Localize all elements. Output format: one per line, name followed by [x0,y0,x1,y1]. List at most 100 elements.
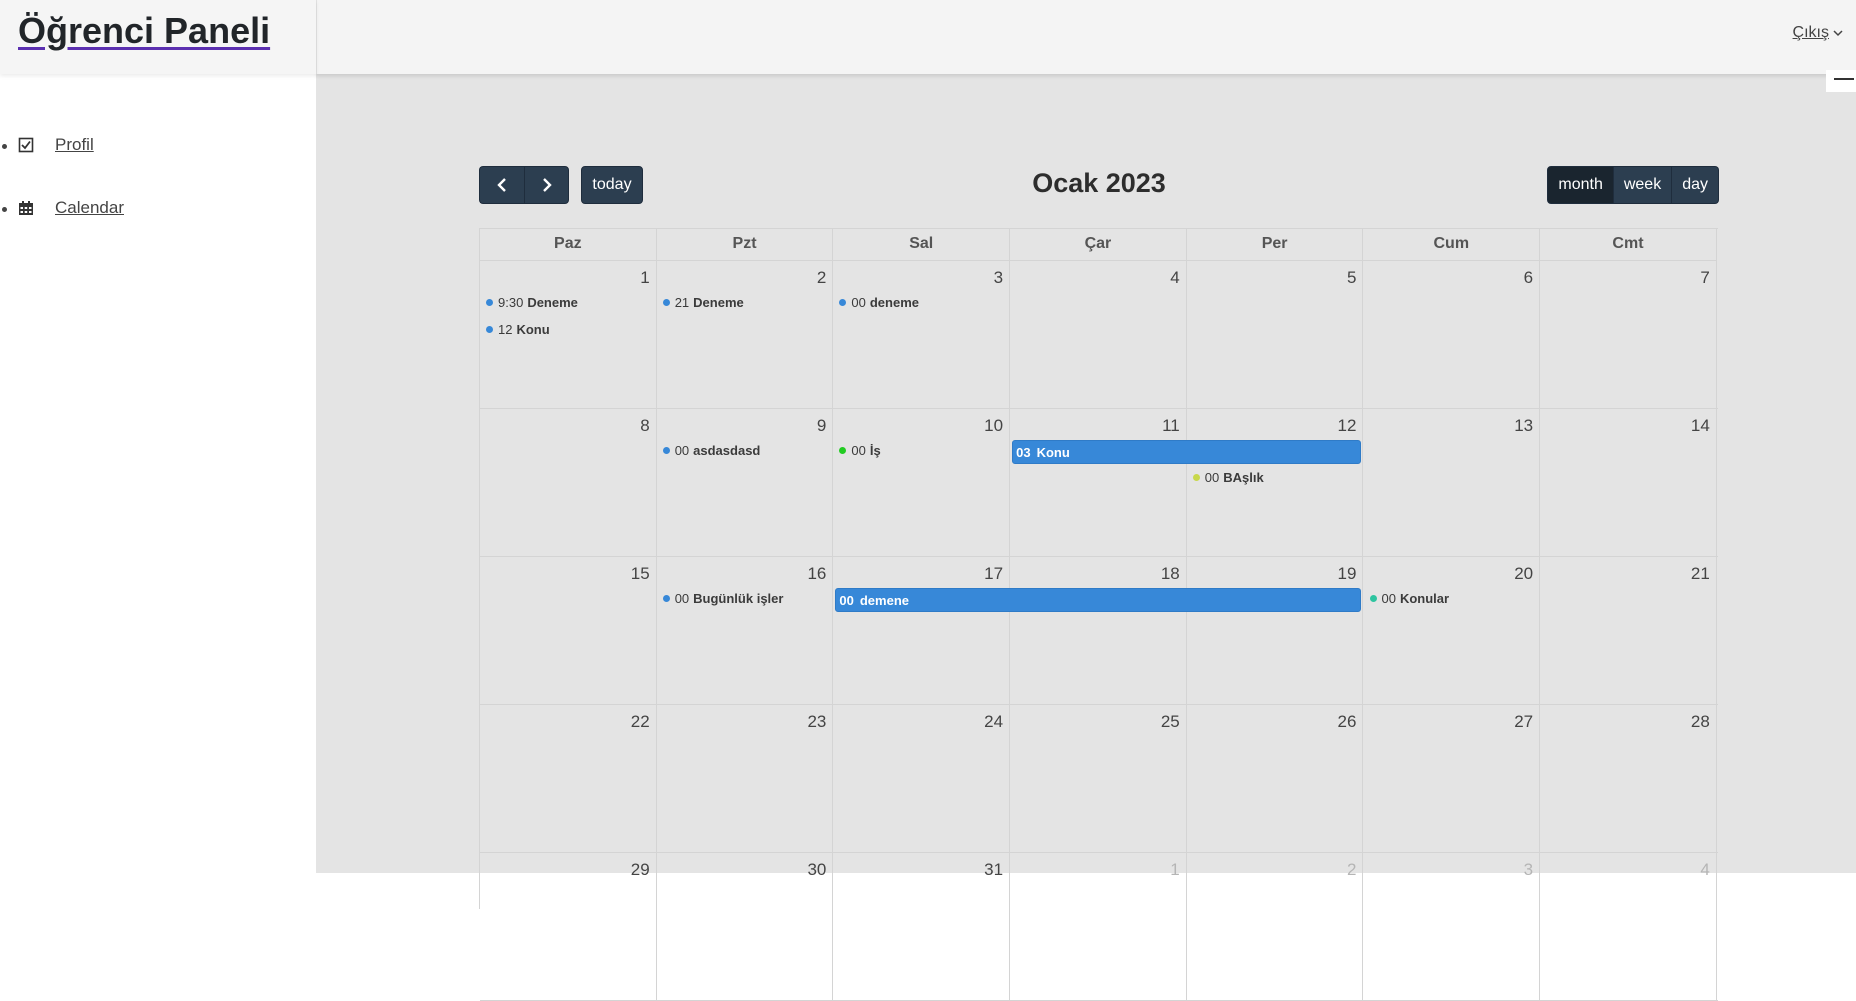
day-cell[interactable]: 20 [1363,557,1541,704]
day-cell[interactable]: 8 [480,409,657,556]
event-title: Konu [516,322,550,337]
day-view-button[interactable]: day [1672,166,1719,204]
logout-dropdown[interactable]: Çıkış [1793,24,1843,42]
day-cell[interactable]: 3 [833,261,1011,408]
day-cell[interactable]: 1 [1010,853,1187,1000]
day-cell[interactable]: 23 [657,705,834,852]
day-cell[interactable]: 29 [480,853,657,1000]
calendar-event[interactable]: 12 Konu [486,322,550,337]
day-number[interactable]: 22 [631,712,650,732]
sidebar-item-calendar[interactable]: Calendar [0,194,300,224]
weekday-label: Paz [480,229,657,261]
event-title: asdasdasd [693,443,761,458]
calendar-event-bar[interactable]: 03 Konu [1012,440,1362,464]
day-number[interactable]: 29 [631,860,650,880]
day-cell[interactable]: 2 [1187,853,1364,1000]
week-row: 22 23 24 25 26 27 28 [480,705,1718,853]
sidebar-item-profil[interactable]: Profil [0,131,300,161]
day-cell[interactable]: 21 [1540,557,1717,704]
day-number[interactable]: 27 [1514,712,1533,732]
day-number[interactable]: 25 [1161,712,1180,732]
day-cell[interactable]: 10 [833,409,1011,556]
sidebar-item-label[interactable]: Calendar [55,198,124,218]
today-button[interactable]: today [581,166,643,204]
day-number[interactable]: 14 [1691,416,1710,436]
day-number[interactable]: 17 [984,564,1003,584]
month-view-button[interactable]: month [1547,166,1614,204]
event-dot-icon [486,299,493,306]
day-number[interactable]: 18 [1161,564,1180,584]
day-number[interactable]: 28 [1691,712,1710,732]
day-cell[interactable]: 11 [1010,409,1187,556]
event-dot-icon [839,299,847,306]
day-cell[interactable]: 28 [1540,705,1717,852]
day-number[interactable]: 24 [984,712,1003,732]
sidebar-item-label[interactable]: Profil [55,135,94,155]
day-number[interactable]: 11 [1162,416,1180,436]
event-title: deneme [869,295,919,310]
week-view-button[interactable]: week [1613,166,1673,204]
calendar-event[interactable]: 21 Deneme [662,295,744,310]
day-number[interactable]: 4 [1700,860,1709,880]
day-number[interactable]: 8 [640,416,649,436]
day-number[interactable]: 19 [1338,564,1357,584]
day-cell[interactable]: 2 [657,261,834,408]
day-cell[interactable]: 31 [833,853,1011,1000]
day-number[interactable]: 7 [1700,268,1709,288]
day-cell[interactable]: 13 [1363,409,1541,556]
calendar-event[interactable]: 00 BAşlık [1192,470,1264,485]
day-cell[interactable]: 5 [1187,261,1364,408]
day-number[interactable]: 12 [1338,416,1357,436]
day-cell[interactable]: 15 [480,557,657,704]
day-number[interactable]: 20 [1514,564,1533,584]
day-cell[interactable]: 4 [1010,261,1187,408]
day-cell[interactable]: 27 [1363,705,1541,852]
calendar-event[interactable]: 00 Bugünlük işler [662,591,783,606]
day-cell[interactable]: 4 [1540,853,1717,1000]
day-cell[interactable]: 22 [480,705,657,852]
brand-link[interactable]: Öğrenci Paneli [18,10,270,52]
day-number[interactable]: 21 [1691,564,1710,584]
next-button[interactable] [524,166,569,204]
day-number[interactable]: 1 [1170,860,1179,880]
calendar-event[interactable]: 9:30 Deneme [486,295,578,310]
day-cell[interactable]: 30 [657,853,834,1000]
day-cell[interactable]: 17 [833,557,1011,704]
prev-button[interactable] [479,166,524,204]
calendar-event[interactable]: 00 asdasdasd [662,443,761,458]
day-number[interactable]: 13 [1514,416,1533,436]
day-cell[interactable]: 26 [1187,705,1364,852]
day-cell[interactable]: 24 [833,705,1011,852]
day-cell[interactable]: 18 [1010,557,1187,704]
day-number[interactable]: 10 [984,416,1003,436]
day-cell[interactable]: 14 [1540,409,1717,556]
day-number[interactable]: 26 [1338,712,1357,732]
day-number[interactable]: 23 [807,712,826,732]
day-number[interactable]: 9 [817,416,826,436]
day-number[interactable]: 6 [1524,268,1533,288]
day-number[interactable]: 30 [807,860,826,880]
day-cell[interactable]: 9 [657,409,834,556]
day-number[interactable]: 16 [807,564,826,584]
calendar-event[interactable]: 00 deneme [839,295,919,310]
day-cell[interactable]: 25 [1010,705,1187,852]
day-cell[interactable]: 19 [1187,557,1364,704]
day-number[interactable]: 1 [640,268,649,288]
calendar-event-bar[interactable]: 00 demene [835,588,1362,612]
calendar-event[interactable]: 00 İş [839,443,881,458]
weekday-label: Per [1186,229,1364,261]
day-cell[interactable]: 7 [1540,261,1717,408]
day-cell[interactable]: 3 [1363,853,1541,1000]
day-number[interactable]: 2 [1347,860,1356,880]
day-number[interactable]: 15 [631,564,650,584]
day-number[interactable]: 3 [994,268,1003,288]
day-cell[interactable]: 16 [657,557,834,704]
day-number[interactable]: 4 [1170,268,1179,288]
day-number[interactable]: 31 [984,860,1003,880]
menu-toggle-button[interactable] [1826,70,1856,92]
calendar-event[interactable]: 00 Konular [1369,591,1449,606]
day-cell[interactable]: 6 [1363,261,1541,408]
day-number[interactable]: 5 [1347,268,1356,288]
day-number[interactable]: 2 [817,268,826,288]
day-number[interactable]: 3 [1524,860,1533,880]
